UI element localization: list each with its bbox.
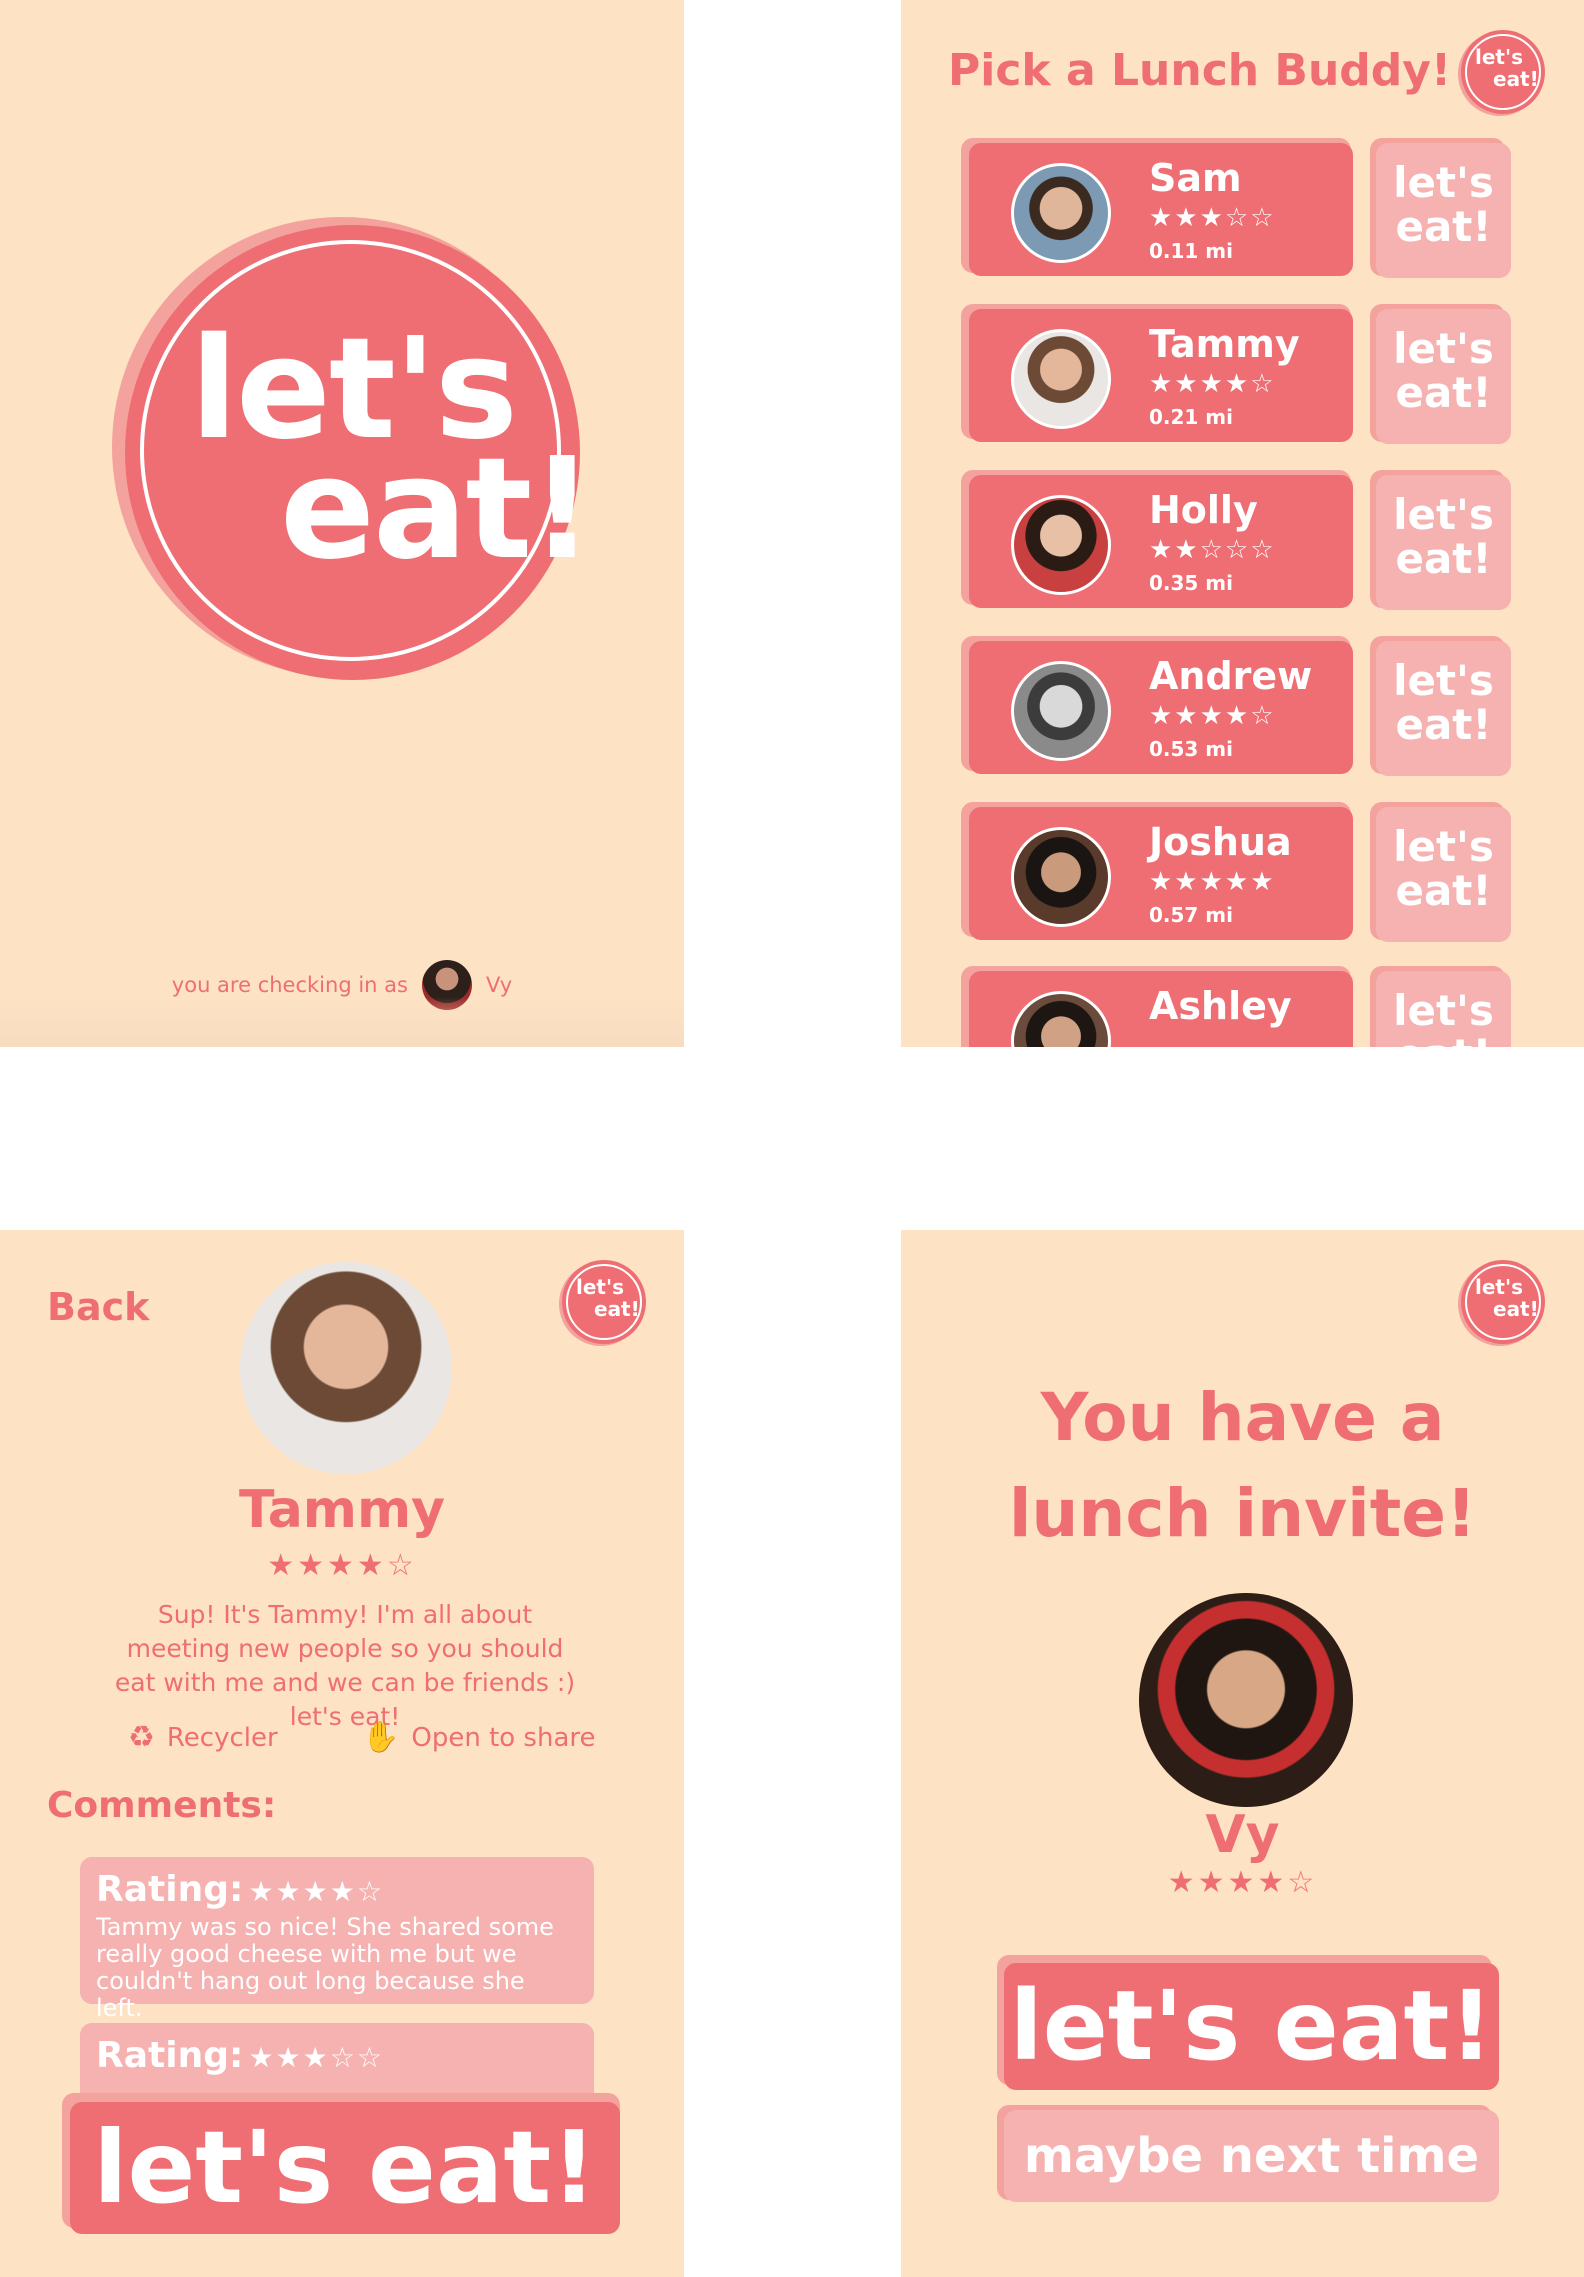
buddy-card[interactable]: Tammy ★★★★☆ 0.21 mi — [969, 309, 1353, 442]
list-item[interactable]: Tammy ★★★★☆ 0.21 mi let's eat! — [961, 304, 1521, 444]
buddy-card[interactable]: Sam ★★★☆☆ 0.11 mi — [969, 143, 1353, 276]
comment-card: Rating: ★★★★☆ Tammy was so nice! She sha… — [80, 1857, 594, 2022]
buddy-avatar — [1011, 495, 1111, 595]
profile-bio: Sup! It's Tammy! I'm all about meeting n… — [114, 1600, 576, 1731]
logo-text-line2: eat! — [280, 428, 594, 591]
page-title: Pick a Lunch Buddy! — [948, 45, 1452, 96]
invite-name: Vy — [1205, 1805, 1280, 1865]
buddy-card[interactable]: Ashley — [969, 971, 1353, 1047]
lets-eat-button[interactable]: let'seat! — [1376, 475, 1511, 610]
invite-screen: let's eat! You have a lunch invite! Vy ★… — [901, 1230, 1584, 2277]
lets-eat-button[interactable]: let'seat! — [1376, 309, 1511, 444]
buddy-name: Joshua — [1149, 820, 1292, 864]
checkin-label: you are checking in as — [171, 973, 408, 997]
button-line2: eat! — [1395, 202, 1492, 252]
logo-small[interactable]: let's eat! — [562, 1260, 646, 1344]
logo-small-line2: eat! — [1493, 1297, 1539, 1321]
buddy-avatar — [1011, 991, 1111, 1047]
invite-title: You have a lunch invite! — [1008, 1379, 1477, 1552]
buddy-distance: 0.35 mi — [1149, 571, 1234, 595]
list-item[interactable]: Joshua ★★★★★ 0.57 mi let's eat! — [961, 802, 1521, 942]
back-button[interactable]: Back — [47, 1285, 149, 1329]
logo-small-line2: eat! — [594, 1297, 640, 1321]
button-line1: let's — [1393, 822, 1494, 871]
buddy-name: Ashley — [1149, 984, 1292, 1028]
lets-eat-button[interactable]: let'seat! — [1376, 807, 1511, 942]
comment-rating-label: Rating: — [96, 2035, 244, 2076]
buddy-card[interactable]: Joshua ★★★★★ 0.57 mi — [969, 807, 1353, 940]
invite-stars: ★★★★☆ — [1167, 1865, 1318, 1900]
button-line1: let's — [1393, 656, 1494, 705]
button-line2: eat! — [1395, 368, 1492, 418]
tag-open-to-share: ✋ Open to share — [362, 1720, 596, 1755]
buddy-stars: ★★★☆☆ — [1149, 203, 1276, 233]
buddy-avatar — [1011, 163, 1111, 263]
buddy-avatar — [1011, 827, 1111, 927]
button-line1: let's — [1393, 986, 1494, 1035]
profile-photo — [240, 1262, 452, 1474]
profile-screen: Back let's eat! Tammy ★★★★☆ Sup! It's Ta… — [0, 1230, 684, 2277]
button-line2: eat! — [1395, 700, 1492, 750]
comment-rating-stars: ★★★☆☆ — [248, 2041, 384, 2074]
logo-small-line1: let's — [1475, 45, 1524, 69]
profile-stars: ★★★★☆ — [267, 1548, 417, 1583]
checkin-username: Vy — [485, 973, 513, 997]
hands-icon: ✋ — [362, 1720, 400, 1755]
comment-text: Tammy was so nice! She shared some reall… — [96, 1913, 554, 2022]
list-item[interactable]: Ashley let'seat! — [961, 966, 1521, 1047]
buddy-avatar — [1011, 329, 1111, 429]
buddy-distance: 0.53 mi — [1149, 737, 1234, 761]
comments-title: Comments: — [47, 1785, 277, 1826]
buddy-card[interactable]: Holly ★★☆☆☆ 0.35 mi — [969, 475, 1353, 608]
accept-button[interactable]: let's eat! — [1004, 1963, 1499, 2090]
tag-label: Recycler — [166, 1722, 278, 1753]
button-line1: let's — [1393, 158, 1494, 207]
lets-eat-button[interactable]: let'seat! — [1376, 641, 1511, 776]
buddy-name: Andrew — [1149, 654, 1313, 698]
button-line2: eat! — [1395, 866, 1492, 916]
recycle-icon: ♻ — [128, 1720, 155, 1755]
tag-recycler: ♻ Recycler — [128, 1720, 278, 1755]
button-line1: let's — [1393, 490, 1494, 539]
tag-label: Open to share — [411, 1722, 596, 1753]
buddy-name: Tammy — [1149, 322, 1300, 366]
invite-photo — [1139, 1593, 1353, 1807]
logo-small[interactable]: let's eat! — [1461, 30, 1545, 114]
profile-name: Tammy — [238, 1480, 446, 1540]
list-item[interactable]: Sam ★★★☆☆ 0.11 mi let's eat! — [961, 138, 1521, 278]
buddy-distance: 0.11 mi — [1149, 239, 1234, 263]
buddy-distance: 0.21 mi — [1149, 405, 1234, 429]
logo-small[interactable]: let's eat! — [1461, 1260, 1545, 1344]
button-line2: eat! — [1395, 534, 1492, 584]
buddy-name: Holly — [1149, 488, 1258, 532]
buddy-stars: ★★★★★ — [1149, 867, 1276, 897]
comment-rating-label: Rating: — [96, 1869, 244, 1910]
button-line1: let's — [1393, 324, 1494, 373]
buddy-stars: ★★☆☆☆ — [1149, 535, 1276, 565]
buddy-stars: ★★★★☆ — [1149, 701, 1276, 731]
splash-screen: let's eat! you are checking in as Vy — [0, 0, 684, 1047]
logo-small-line2: eat! — [1493, 67, 1539, 91]
logo-small-line1: let's — [1475, 1275, 1524, 1299]
lets-eat-button[interactable]: let'seat! — [1376, 143, 1511, 278]
fade — [0, 997, 684, 1047]
logo-small-line1: let's — [576, 1275, 625, 1299]
buddy-name: Sam — [1149, 156, 1242, 200]
button-line2: eat! — [1395, 1030, 1491, 1047]
buddy-avatar — [1011, 661, 1111, 761]
buddy-card[interactable]: Andrew ★★★★☆ 0.53 mi — [969, 641, 1353, 774]
lets-eat-button[interactable]: let'seat! — [1376, 971, 1511, 1047]
comment-rating-stars: ★★★★☆ — [248, 1875, 384, 1908]
buddy-stars: ★★★★☆ — [1149, 369, 1276, 399]
decline-button[interactable]: maybe next time — [1004, 2110, 1499, 2202]
list-item[interactable]: Holly ★★☆☆☆ 0.35 mi let's eat! — [961, 470, 1521, 610]
buddy-distance: 0.57 mi — [1149, 903, 1234, 927]
buddy-list-screen: Pick a Lunch Buddy! let's eat! Sam ★★★☆☆… — [901, 0, 1584, 1047]
list-item[interactable]: Andrew ★★★★☆ 0.53 mi let's eat! — [961, 636, 1521, 776]
lets-eat-button[interactable]: let's eat! — [70, 2102, 620, 2234]
